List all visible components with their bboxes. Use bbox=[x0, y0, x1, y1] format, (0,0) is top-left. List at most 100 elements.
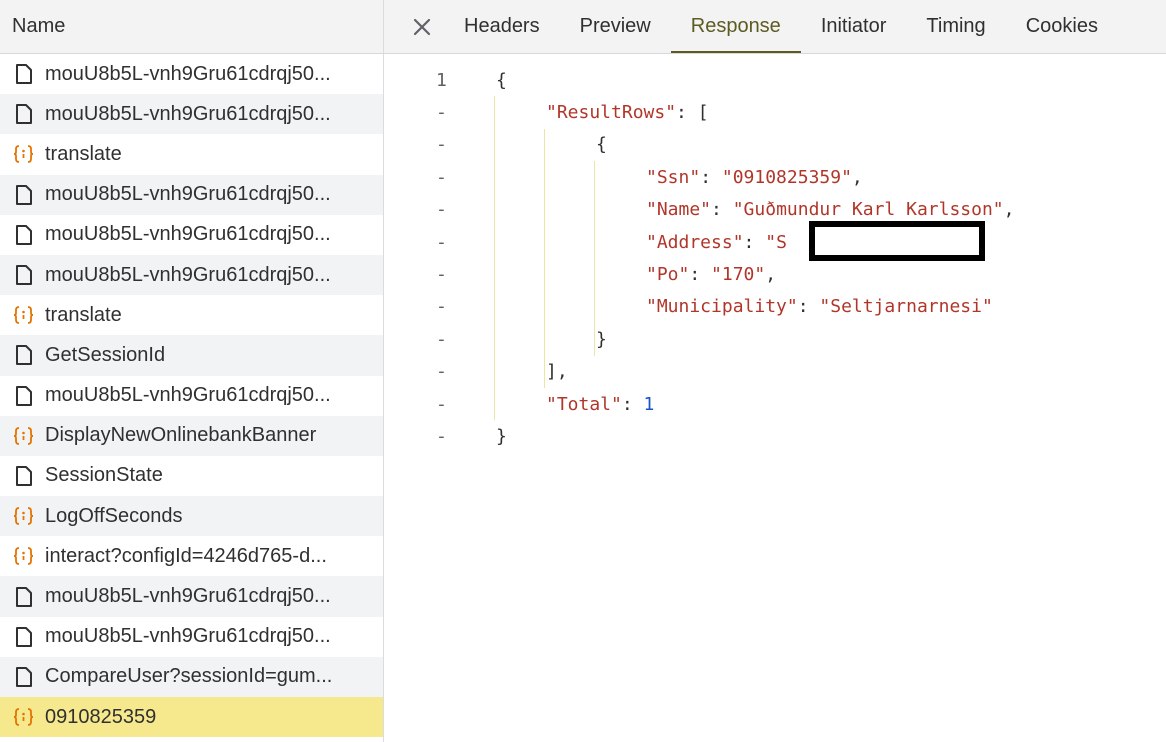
code-token-punc: : bbox=[700, 166, 722, 188]
code-token-key: "Po" bbox=[646, 264, 690, 286]
request-row-label: DisplayNewOnlinebankBanner bbox=[45, 424, 317, 447]
code-token-punc: { bbox=[496, 69, 507, 91]
line-number: 1 bbox=[436, 69, 447, 91]
code-token-punc: : bbox=[711, 199, 733, 221]
request-row-label: CompareUser?sessionId=gum... bbox=[45, 665, 333, 688]
fold-marker[interactable]: - bbox=[436, 226, 456, 258]
request-row[interactable]: LogOffSeconds bbox=[0, 496, 383, 537]
code-line: ], bbox=[546, 356, 568, 388]
document-icon bbox=[12, 464, 35, 487]
fold-marker[interactable]: - bbox=[436, 420, 456, 452]
request-row[interactable]: mouU8b5L-vnh9Gru61cdrqj50... bbox=[0, 617, 383, 657]
fold-marker[interactable]: - bbox=[436, 258, 456, 290]
name-column-header-label: Name bbox=[12, 15, 66, 37]
request-row-label: mouU8b5L-vnh9Gru61cdrqj50... bbox=[45, 102, 331, 125]
request-row[interactable]: mouU8b5L-vnh9Gru61cdrqj50... bbox=[0, 376, 383, 416]
document-icon bbox=[12, 223, 35, 246]
response-body: 1 { - "ResultRows": [ - { - "Ssn": "0910825359"… bbox=[384, 55, 1166, 742]
fold-marker[interactable]: - bbox=[436, 96, 456, 128]
request-row[interactable]: 0910825359 bbox=[0, 697, 383, 738]
tab-cookies[interactable]: Cookies bbox=[1006, 0, 1118, 53]
request-row[interactable]: translate bbox=[0, 134, 383, 174]
request-row[interactable]: SessionState bbox=[0, 456, 383, 496]
json-icon bbox=[12, 304, 35, 327]
fold-marker[interactable]: - bbox=[436, 356, 456, 388]
request-row-label: translate bbox=[45, 303, 122, 326]
request-row-label: mouU8b5L-vnh9Gru61cdrqj50... bbox=[45, 263, 331, 286]
code-line: "Po": "170", bbox=[646, 258, 776, 290]
document-icon bbox=[12, 183, 35, 206]
json-icon bbox=[12, 545, 35, 568]
name-column-header[interactable]: Name bbox=[0, 0, 383, 54]
code-token-punc: } bbox=[596, 328, 607, 350]
request-row-label: mouU8b5L-vnh9Gru61cdrqj50... bbox=[45, 223, 331, 246]
code-line: "Total": 1 bbox=[546, 388, 654, 420]
tab-preview[interactable]: Preview bbox=[560, 0, 671, 53]
request-row[interactable]: translate bbox=[0, 295, 383, 335]
detail-tabbar: Headers Preview Response Initiator Timing Coo… bbox=[384, 0, 1166, 54]
tab-timing[interactable]: Timing bbox=[906, 0, 1005, 53]
code-line: "Municipality": "Seltjarnarnesi" bbox=[646, 291, 993, 323]
code-token-key: "ResultRows" bbox=[546, 102, 677, 124]
code-token-punc: , bbox=[851, 166, 863, 188]
document-icon bbox=[12, 625, 35, 648]
code-line: { bbox=[596, 129, 607, 161]
response-panel: Headers Preview Response Initiator Timing Coo… bbox=[384, 0, 1166, 742]
code-token-punc: : bbox=[743, 231, 766, 253]
request-row[interactable]: mouU8b5L-vnh9Gru61cdrqj50... bbox=[0, 576, 383, 617]
request-row-label: 0910825359 bbox=[45, 705, 157, 728]
json-icon bbox=[12, 143, 35, 166]
indent-guide bbox=[494, 96, 495, 421]
document-icon bbox=[12, 384, 35, 407]
fold-marker[interactable]: - bbox=[436, 129, 456, 161]
code-token-str: "170" bbox=[711, 264, 766, 286]
code-token-punc: ], bbox=[546, 361, 568, 383]
json-icon bbox=[12, 505, 35, 528]
code-token-key: "Name" bbox=[646, 199, 712, 221]
code-line: "Address": "S bbox=[646, 226, 787, 258]
code-token-key: "Total" bbox=[546, 393, 622, 415]
code-token-punc: { bbox=[596, 134, 607, 156]
request-row[interactable]: interact?configId=4246d765-d... bbox=[0, 536, 383, 576]
request-row[interactable]: mouU8b5L-vnh9Gru61cdrqj50... bbox=[0, 254, 383, 296]
fold-marker[interactable]: - bbox=[436, 291, 456, 323]
code-line: "Ssn": "0910825359", bbox=[646, 161, 863, 193]
code-token-num: 1 bbox=[643, 393, 655, 415]
request-row[interactable]: GetSessionId bbox=[0, 335, 383, 376]
code-token-str: "S bbox=[765, 231, 787, 253]
code-token-key: "Ssn" bbox=[646, 166, 701, 188]
request-row-label: mouU8b5L-vnh9Gru61cdrqj50... bbox=[45, 625, 331, 648]
tab-initiator[interactable]: Initiator bbox=[801, 0, 907, 53]
request-row[interactable]: mouU8b5L-vnh9Gru61cdrqj50... bbox=[0, 94, 383, 135]
request-row[interactable]: mouU8b5L-vnh9Gru61cdrqj50... bbox=[0, 54, 383, 94]
request-row[interactable]: CompareUser?sessionId=gum... bbox=[0, 656, 383, 697]
code-token-punc: : [ bbox=[676, 102, 709, 124]
fold-marker[interactable]: - bbox=[436, 161, 456, 193]
code-token-punc: } bbox=[496, 426, 507, 448]
tab-response[interactable]: Response bbox=[670, 0, 801, 53]
request-row-label: LogOffSeconds bbox=[45, 504, 183, 527]
redaction-box bbox=[809, 221, 985, 261]
document-icon bbox=[12, 63, 35, 86]
request-row-label: mouU8b5L-vnh9Gru61cdrqj50... bbox=[45, 62, 331, 85]
code-token-punc: : bbox=[621, 393, 644, 415]
indent-guide bbox=[544, 128, 545, 388]
fold-marker[interactable]: - bbox=[436, 323, 456, 355]
fold-marker[interactable]: - bbox=[436, 194, 456, 226]
request-row-label: translate bbox=[45, 142, 122, 165]
code-line: "Name": "Guðmundur Karl Karlsson", bbox=[646, 194, 1015, 226]
request-row-label: mouU8b5L-vnh9Gru61cdrqj50... bbox=[45, 384, 331, 407]
request-row[interactable]: mouU8b5L-vnh9Gru61cdrqj50... bbox=[0, 174, 383, 215]
code-line: } bbox=[496, 420, 507, 452]
indent-guide bbox=[594, 161, 595, 356]
request-row[interactable]: mouU8b5L-vnh9Gru61cdrqj50... bbox=[0, 215, 383, 255]
request-row[interactable]: DisplayNewOnlinebankBanner bbox=[0, 415, 383, 456]
close-button[interactable] bbox=[400, 0, 444, 53]
request-row-label: SessionState bbox=[45, 464, 163, 487]
document-icon bbox=[12, 665, 35, 688]
document-icon bbox=[12, 103, 35, 126]
tab-headers[interactable]: Headers bbox=[464, 0, 560, 53]
fold-marker[interactable]: - bbox=[436, 388, 456, 420]
code-line: } bbox=[596, 323, 607, 355]
code-line: { bbox=[496, 64, 507, 96]
